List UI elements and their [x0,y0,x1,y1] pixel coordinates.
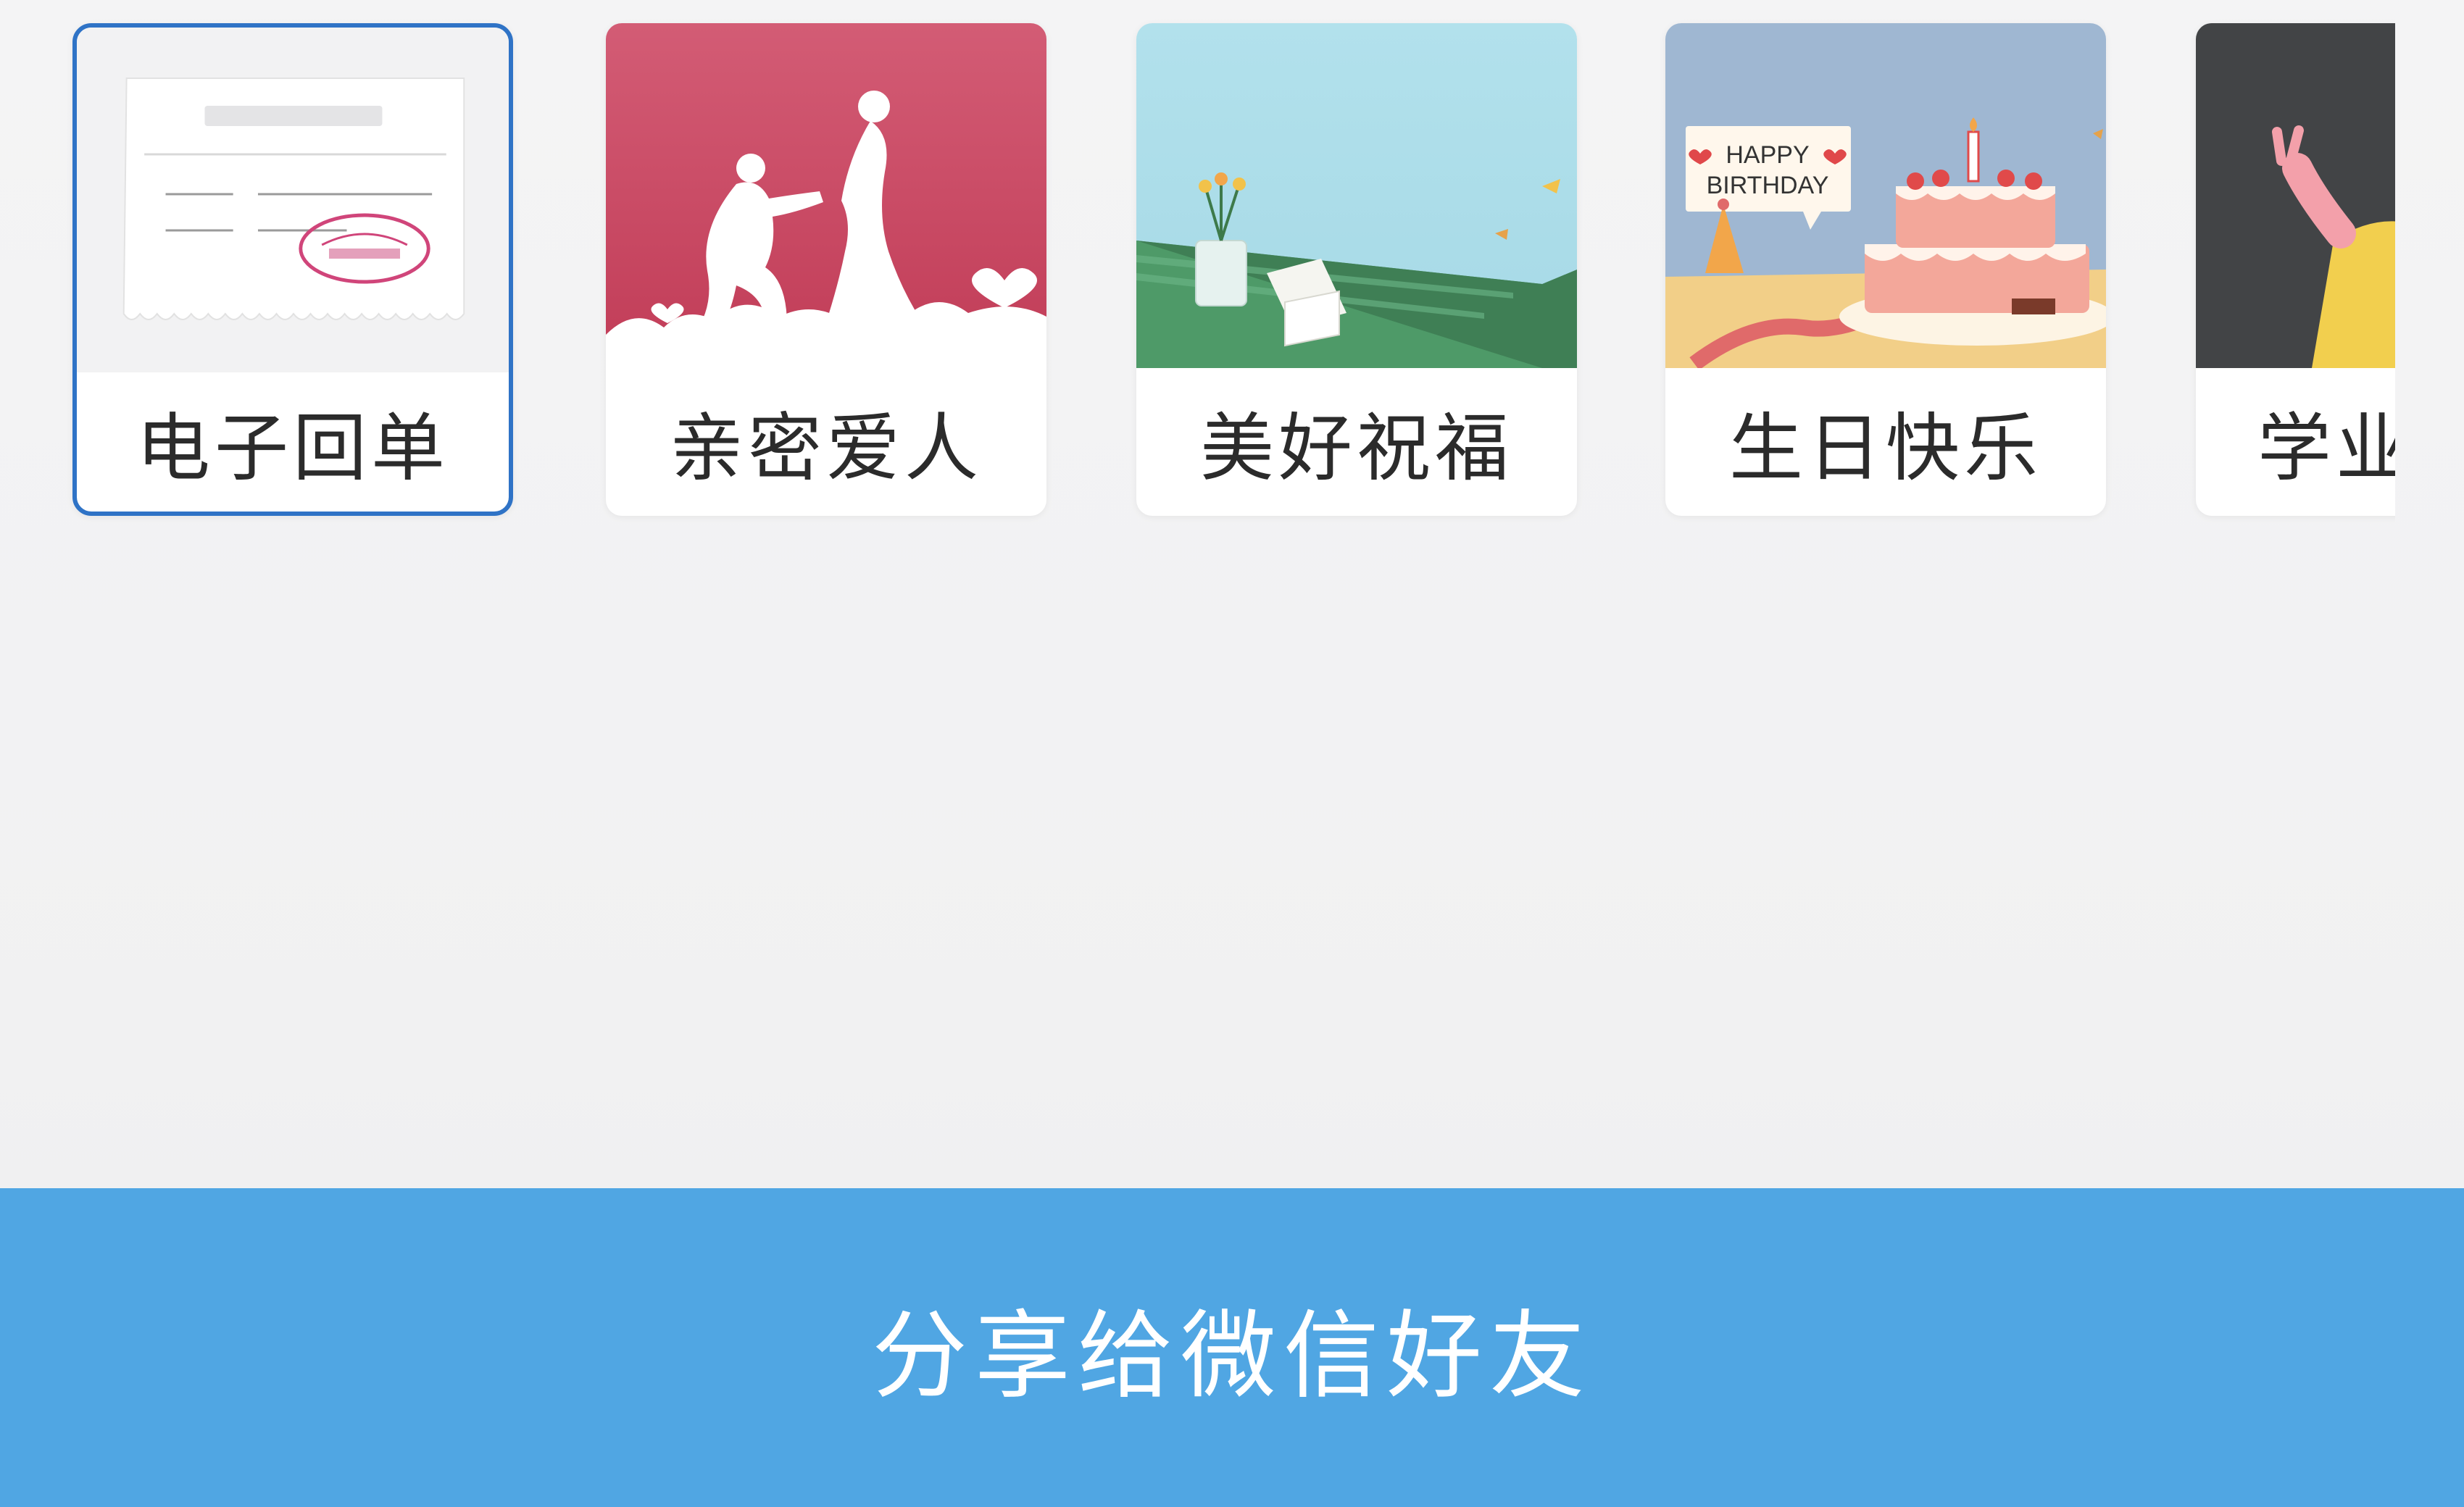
template-card-blessing[interactable]: 美好祝福 [1136,23,1577,516]
template-card-label: 生日快乐 [1729,405,2042,492]
template-card-birthday[interactable]: HAPPY BIRTHDAY 生日快乐 [1665,23,2106,516]
template-card-label: 学业 [2257,405,2395,492]
template-card-couple[interactable]: 亲密爱人 [606,23,1046,516]
template-card-label: 电子回单 [136,405,449,492]
birthday-art: HAPPY BIRTHDAY [1665,23,2106,368]
template-card-receipt[interactable]: 电子回单 [72,23,513,516]
receipt-art [77,28,509,372]
graduation-art [2196,23,2395,368]
template-card-label: 美好祝福 [1200,405,1513,492]
share-template-screen: 电子回单 亲密爱人 美好祝福 HAPPY BIRTHDAY 生日快乐 学业 分享… [0,0,2464,1507]
template-card-strip[interactable]: 电子回单 亲密爱人 美好祝福 HAPPY BIRTHDAY 生日快乐 学业 [0,0,2395,551]
template-card-label: 亲密爱人 [670,405,983,492]
share-to-wechat-button[interactable]: 分享给微信好友 [0,1188,2464,1507]
share-button-label: 分享给微信好友 [872,1300,1592,1412]
template-card-graduation[interactable]: 学业 [2196,23,2395,516]
couple-art [606,23,1046,368]
birthday-banner-line2: BIRTHDAY [1707,172,1829,199]
blessing-art [1136,23,1577,368]
birthday-banner-line1: HAPPY [1726,141,1809,169]
